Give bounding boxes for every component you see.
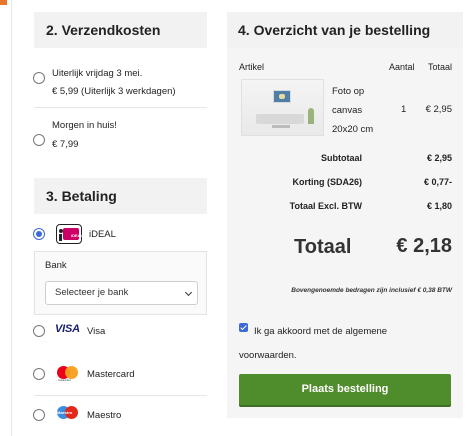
grand-total-value: € 2,18 bbox=[396, 235, 452, 257]
grand-total-label: Totaal bbox=[294, 236, 352, 258]
ideal-logo-text: iDEAL bbox=[71, 233, 83, 238]
shipping-option-2-line2: € 7,99 bbox=[52, 139, 79, 150]
payment-visa-radio[interactable] bbox=[33, 325, 45, 337]
product-total: € 2,95 bbox=[425, 104, 452, 115]
payment-mastercard-label: Mastercard bbox=[87, 369, 135, 380]
total-excl-vat-label: Totaal Excl. BTW bbox=[289, 201, 362, 211]
product-name: Foto op canvas 20x20 cm bbox=[332, 86, 374, 135]
chevron-down-icon bbox=[184, 288, 193, 297]
overview-section-title: 4. Overzicht van je bestelling bbox=[227, 12, 463, 48]
bank-select[interactable]: Selecteer je bank bbox=[45, 281, 198, 305]
payment-ideal-radio[interactable] bbox=[33, 228, 45, 240]
payment-ideal-label: iDEAL bbox=[89, 229, 116, 240]
bank-selection-box: Bank Selecteer je bank bbox=[34, 251, 207, 315]
page-edge-divider bbox=[11, 0, 12, 436]
ideal-logo-icon: iDEAL bbox=[56, 224, 83, 244]
bank-label: Bank bbox=[45, 260, 67, 271]
discount-label: Korting (SDA26) bbox=[292, 177, 363, 187]
payment-mastercard-radio[interactable] bbox=[33, 368, 45, 380]
payment-maestro-radio[interactable] bbox=[33, 409, 45, 421]
place-order-button[interactable]: Plaats bestelling bbox=[239, 374, 451, 405]
shipping-option-1-line2: € 5,99 (Uiterlijk 3 werkdagen) bbox=[52, 86, 176, 97]
product-thumbnail bbox=[241, 79, 324, 136]
payment-visa-label: Visa bbox=[87, 326, 106, 337]
payment-maestro-label: Maestro bbox=[87, 410, 122, 421]
corner-mark bbox=[0, 0, 7, 5]
visa-logo-icon: VISA bbox=[55, 323, 80, 335]
divider bbox=[34, 395, 207, 396]
shipping-option-1-line1: Uiterlijk vrijdag 3 mei. bbox=[52, 68, 143, 79]
column-total: Totaal bbox=[427, 62, 452, 72]
subtotal-value: € 2,95 bbox=[426, 153, 452, 163]
vat-footnote: Bovengenoemde bedragen zijn inclusief € … bbox=[291, 287, 452, 294]
shipping-option-1-radio[interactable] bbox=[33, 72, 45, 84]
divider bbox=[34, 107, 207, 108]
maestro-logo-icon: Maestro bbox=[55, 403, 81, 423]
subtotal-label: Subtotaal bbox=[320, 153, 362, 163]
maestro-logo-text: Maestro bbox=[57, 410, 73, 415]
discount-value: € 0,77- bbox=[423, 177, 452, 187]
mastercard-logo-text: mastercard bbox=[58, 379, 71, 382]
mastercard-logo-icon: mastercard bbox=[55, 363, 81, 383]
total-excl-vat-value: € 1,80 bbox=[426, 201, 452, 211]
bank-select-value: Selecteer je bank bbox=[55, 287, 129, 298]
column-article: Artikel bbox=[239, 62, 265, 72]
agree-terms-label: Ik ga akkoord met de algemene voorwaarde… bbox=[239, 326, 388, 361]
shipping-option-2-radio[interactable] bbox=[33, 134, 45, 146]
column-qty: Aantal bbox=[389, 62, 415, 72]
product-qty: 1 bbox=[401, 104, 407, 115]
shipping-option-2-line1: Morgen in huis! bbox=[52, 120, 117, 131]
payment-section-title: 3. Betaling bbox=[34, 178, 207, 214]
shipping-section-title: 2. Verzendkosten bbox=[34, 12, 207, 48]
